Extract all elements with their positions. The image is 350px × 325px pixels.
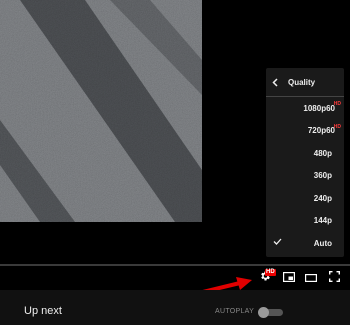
fullscreen-icon <box>328 269 340 287</box>
hd-badge: HD <box>265 269 276 276</box>
hd-badge: HD <box>333 123 341 130</box>
quality-menu: Quality 1080p60 HD 720p60 HD 480p 360p 2… <box>266 68 344 257</box>
quality-option-auto[interactable]: Auto <box>266 232 344 255</box>
quality-option-label: 240p <box>313 193 332 203</box>
quality-option-label: Auto <box>313 238 332 248</box>
chevron-left-icon[interactable] <box>272 77 282 87</box>
annotation-arrow-icon <box>202 277 252 290</box>
autoplay-toggle[interactable] <box>258 307 283 318</box>
checkmark-icon <box>273 238 282 247</box>
settings-button[interactable]: HD <box>256 269 276 286</box>
video-texture <box>0 0 202 222</box>
quality-menu-header[interactable]: Quality <box>266 68 344 97</box>
quality-option-360p[interactable]: 360p <box>266 165 344 188</box>
theater-mode-icon <box>305 269 318 287</box>
up-next-bar: Up next AUTOPLAY <box>0 290 350 325</box>
quality-option-label: 480p <box>313 148 332 158</box>
quality-option-label: 1080p60 <box>303 103 335 113</box>
quality-option-1080p60[interactable]: 1080p60 HD <box>266 97 344 120</box>
hd-badge: HD <box>333 101 341 107</box>
quality-menu-title: Quality <box>288 77 316 87</box>
miniplayer-button[interactable] <box>280 270 298 286</box>
autoplay-toggle-knob <box>258 307 269 318</box>
miniplayer-icon <box>283 269 296 287</box>
video-frame[interactable] <box>0 0 202 222</box>
quality-option-720p60[interactable]: 720p60 HD <box>266 120 344 143</box>
quality-option-144p[interactable]: 144p <box>266 210 344 233</box>
up-next-heading: Up next <box>24 305 62 317</box>
quality-option-label: 720p60 <box>307 126 335 136</box>
video-player[interactable]: Quality 1080p60 HD 720p60 HD 480p 360p 2… <box>0 0 350 290</box>
fullscreen-button[interactable] <box>325 270 343 286</box>
autoplay-label: AUTOPLAY <box>215 308 255 315</box>
quality-option-240p[interactable]: 240p <box>266 187 344 210</box>
quality-option-label: 360p <box>313 171 332 181</box>
theater-mode-button[interactable] <box>302 270 320 286</box>
quality-option-480p[interactable]: 480p <box>266 142 344 165</box>
quality-option-label: 144p <box>313 216 332 226</box>
